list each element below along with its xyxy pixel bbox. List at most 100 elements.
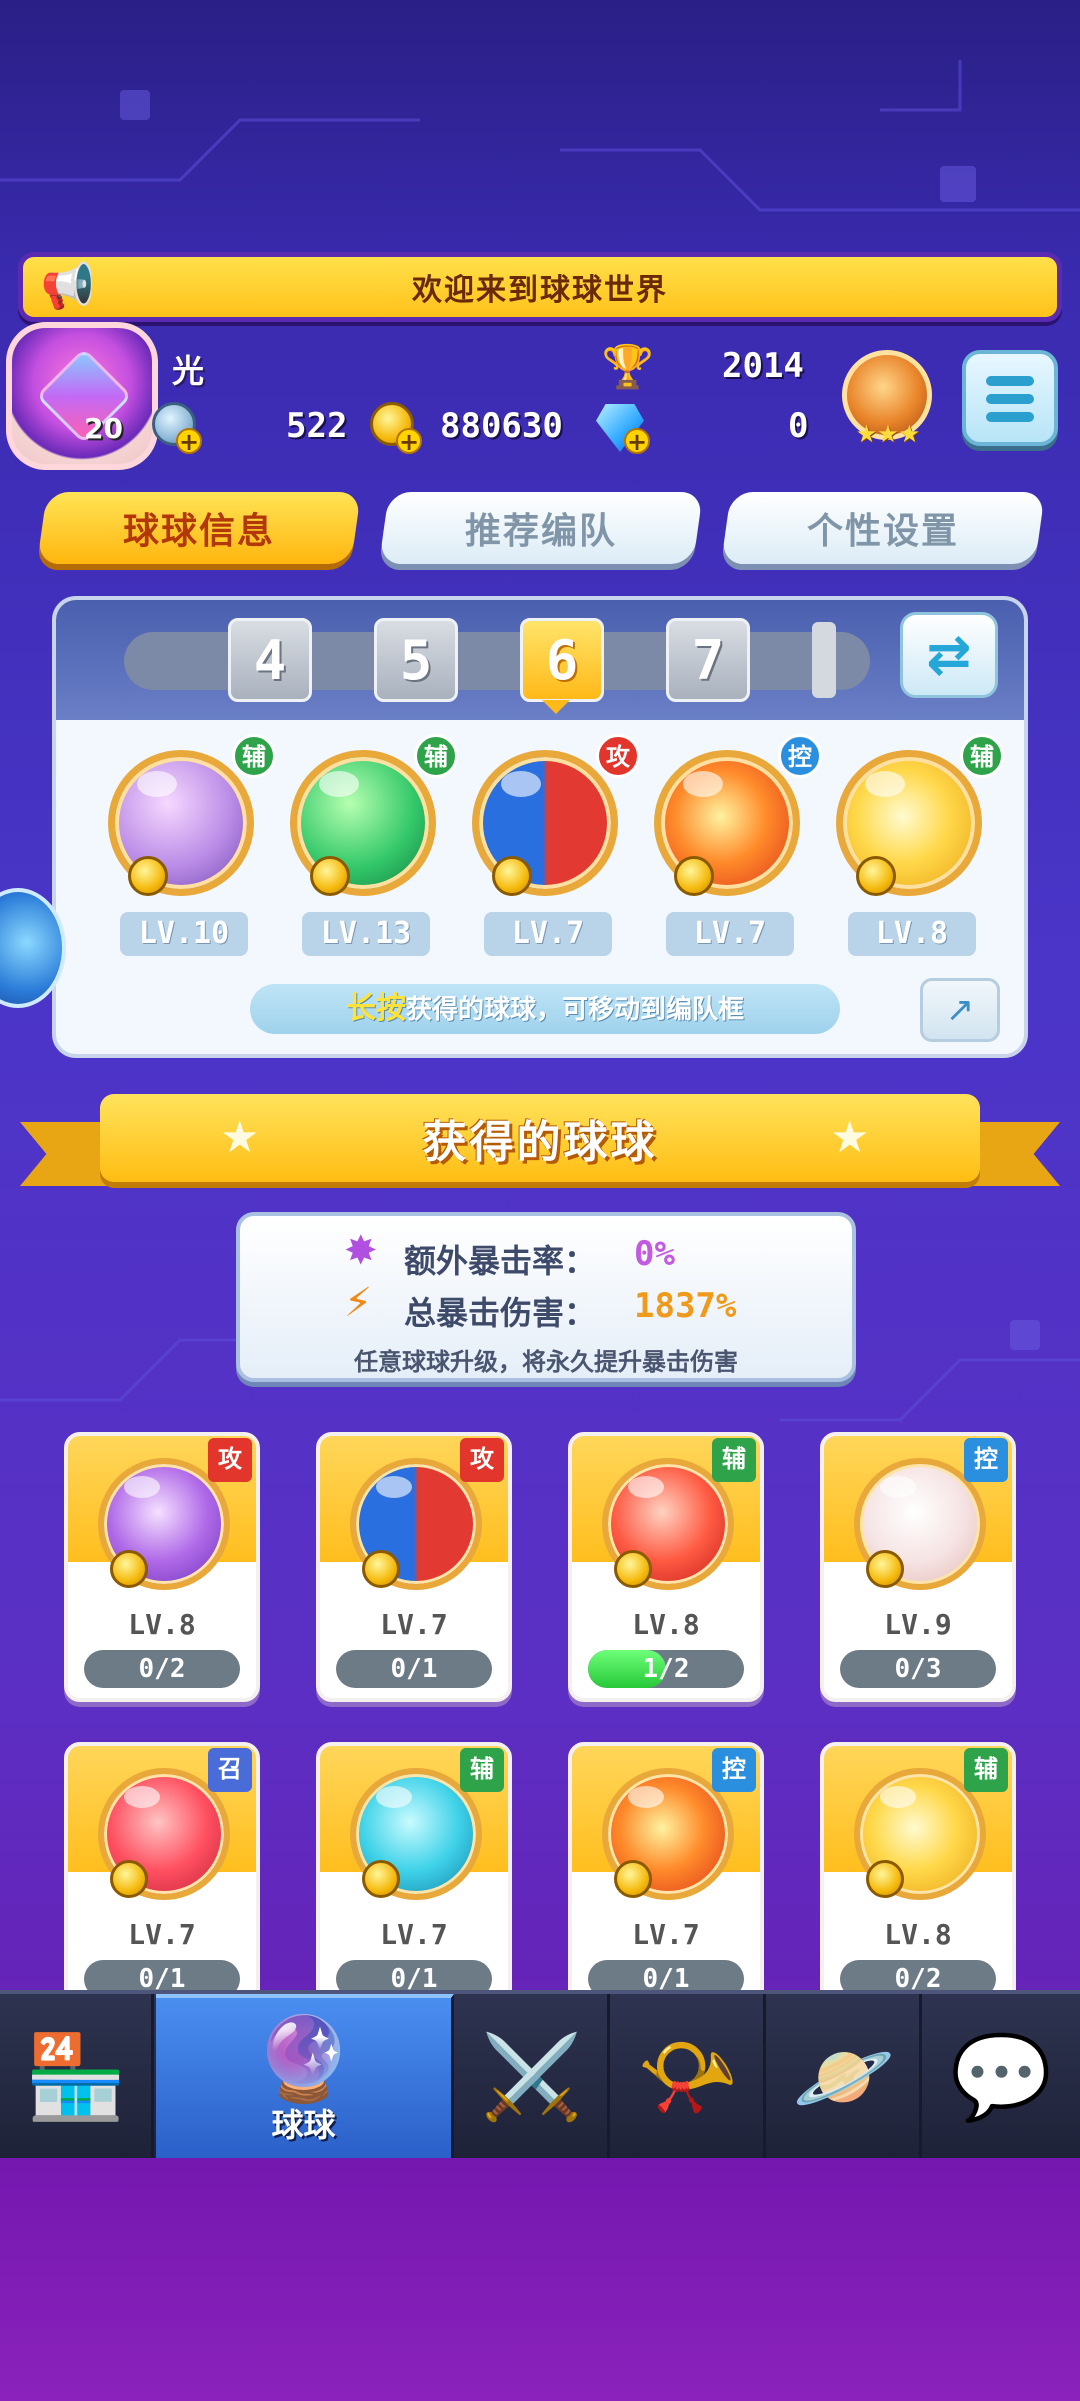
ball-card[interactable]: 控 LV.9 0/3	[820, 1432, 1016, 1702]
nav-battle[interactable]: ⚔️	[456, 1994, 610, 2162]
swap-icon: ⇄	[926, 623, 972, 686]
slot-level: LV.13	[302, 912, 430, 956]
card-coin-icon	[614, 1860, 652, 1898]
ball-card[interactable]: 辅 LV.8 1/2	[568, 1432, 764, 1702]
diamond-add-icon[interactable]: +	[624, 428, 650, 454]
ball-card[interactable]: 辅 LV.7 0/1	[316, 1742, 512, 2012]
progress-text: 1/2	[642, 1654, 690, 1684]
team-number-4[interactable]: 4	[228, 618, 312, 702]
slot-coin-icon	[310, 856, 350, 896]
swap-button[interactable]: ⇄	[900, 612, 998, 698]
card-type-badge: 辅	[460, 1748, 504, 1792]
nav-chat[interactable]: 💬	[924, 1994, 1078, 2162]
ball-shine	[865, 771, 905, 797]
gold-count: 880630	[440, 406, 563, 446]
card-level: LV.7	[380, 1918, 448, 1951]
slot-coin-icon	[856, 856, 896, 896]
nav-planet[interactable]: 🪐	[768, 1994, 922, 2162]
battle-icon: ⚔️	[480, 2030, 583, 2125]
slot-type-badge: 控	[778, 734, 822, 778]
ball-shine	[137, 771, 177, 797]
ball-shine	[124, 1786, 160, 1808]
trophy-icon: 🏆	[601, 342, 655, 391]
ball-shine	[880, 1476, 916, 1498]
progress-text: 0/1	[390, 1654, 438, 1684]
card-coin-icon	[614, 1550, 652, 1588]
crit-damage-value: 1837%	[634, 1286, 737, 1326]
menu-icon	[986, 376, 1034, 386]
card-type-badge: 控	[964, 1438, 1008, 1482]
slot-type-badge: 辅	[414, 734, 458, 778]
nav-shop[interactable]: 🏪	[0, 1994, 154, 2162]
tab-label: 球球信息	[122, 511, 275, 552]
nav-whistle[interactable]: 📯	[612, 1994, 766, 2162]
nav-balls[interactable]: 🔮 球球	[156, 1994, 454, 2162]
card-progress: 0/1	[336, 1650, 492, 1688]
balls-icon: 🔮	[252, 2012, 355, 2107]
slot-type-badge: 攻	[596, 734, 640, 778]
card-type-badge: 攻	[460, 1438, 504, 1482]
ball-card[interactable]: 攻 LV.8 0/2	[64, 1432, 260, 1702]
bottom-background	[0, 2158, 1080, 2401]
bottom-nav: 🏪 🔮 球球 ⚔️ 📯 🪐 💬	[0, 1990, 1080, 2162]
ball-card[interactable]: 召 LV.7 0/1	[64, 1742, 260, 2012]
whistle-icon: 📯	[636, 2030, 739, 2125]
card-level: LV.8	[128, 1608, 196, 1641]
card-level: LV.7	[128, 1918, 196, 1951]
welcome-text: 欢迎来到球球世界	[412, 273, 668, 308]
share-button[interactable]: ↗	[920, 978, 1000, 1042]
card-coin-icon	[866, 1550, 904, 1588]
nav-balls-label: 球球	[271, 2106, 336, 2144]
shop-icon: 🏪	[24, 2030, 127, 2125]
tab-label: 推荐编队	[464, 511, 617, 552]
menu-button[interactable]	[962, 350, 1058, 446]
slot-coin-icon	[128, 856, 168, 896]
tab-personal-settings[interactable]: 个性设置	[720, 492, 1046, 564]
tab-recommended-team[interactable]: 推荐编队	[378, 492, 704, 564]
card-coin-icon	[362, 1860, 400, 1898]
tab-ball-info[interactable]: 球球信息	[36, 492, 362, 564]
rank-stars: ★★★	[855, 420, 921, 448]
long-press-hint: 长按获得的球球，可移动到编队框	[250, 984, 840, 1034]
star-icon: ★	[830, 1112, 870, 1163]
card-type-badge: 召	[208, 1748, 252, 1792]
card-level: LV.7	[632, 1918, 700, 1951]
team-number-next[interactable]	[812, 622, 836, 698]
hint-highlight: 长按	[345, 991, 406, 1026]
player-name: 光	[172, 352, 205, 390]
ball-shine	[501, 771, 541, 797]
obtained-balls-ribbon: 获得的球球 ★ ★	[20, 1094, 1060, 1190]
card-coin-icon	[362, 1550, 400, 1588]
card-type-badge: 辅	[964, 1748, 1008, 1792]
slot-coin-icon	[674, 856, 714, 896]
player-avatar[interactable]	[6, 322, 158, 470]
card-progress: 0/3	[840, 1650, 996, 1688]
section-title: 获得的球球	[422, 1117, 658, 1168]
ball-shine	[880, 1786, 916, 1808]
team-number-5[interactable]: 5	[374, 618, 458, 702]
coin-count: 522	[286, 406, 348, 446]
hint-text: 获得的球球，可移动到编队框	[405, 995, 744, 1025]
ball-shine	[376, 1476, 412, 1498]
ball-card[interactable]: 辅 LV.8 0/2	[820, 1742, 1016, 2012]
welcome-banner[interactable]: 欢迎来到球球世界	[18, 252, 1062, 322]
coin-add-icon[interactable]: +	[396, 428, 422, 454]
card-progress: 1/2	[588, 1650, 744, 1688]
ball-shine	[628, 1786, 664, 1808]
team-number-6[interactable]: 6	[520, 618, 604, 702]
menu-icon-line	[986, 394, 1034, 404]
slot-level: LV.7	[666, 912, 794, 956]
ball-card[interactable]: 攻 LV.7 0/1	[316, 1432, 512, 1702]
card-coin-icon	[866, 1860, 904, 1898]
energy-add-icon[interactable]: +	[176, 428, 202, 454]
progress-text: 0/2	[138, 1654, 186, 1684]
card-progress: 0/2	[84, 1650, 240, 1688]
card-type-badge: 攻	[208, 1438, 252, 1482]
card-type-badge: 控	[712, 1748, 756, 1792]
slot-type-badge: 辅	[232, 734, 276, 778]
team-number-7[interactable]: 7	[666, 618, 750, 702]
card-type-badge: 辅	[712, 1438, 756, 1482]
ball-card[interactable]: 控 LV.7 0/1	[568, 1742, 764, 2012]
card-level: LV.8	[632, 1608, 700, 1641]
ball-shine	[683, 771, 723, 797]
